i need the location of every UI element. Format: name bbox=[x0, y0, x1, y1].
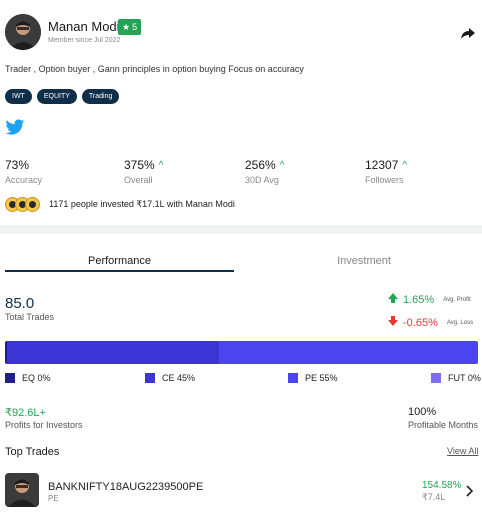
trade-distribution-bar bbox=[5, 341, 478, 364]
tab-performance[interactable]: Performance bbox=[5, 255, 234, 267]
rating-value: 5 bbox=[132, 22, 138, 32]
legend-swatch bbox=[288, 373, 298, 383]
trade-return: 154.58% bbox=[422, 480, 462, 491]
investors-text: 1171 people invested ₹17.1L with Manan M… bbox=[49, 199, 235, 209]
top-trades-title: Top Trades bbox=[5, 446, 60, 458]
stat-value: 375% bbox=[124, 158, 155, 172]
stat-overall: 375% ^ Overall bbox=[124, 158, 163, 185]
investor-avatars bbox=[5, 197, 40, 212]
trade-symbol: BANKNIFTY18AUG2239500PE bbox=[48, 481, 204, 493]
star-icon: ★ bbox=[122, 21, 131, 32]
legend-ce: CE 45% bbox=[145, 373, 195, 383]
view-all-link[interactable]: View All bbox=[447, 446, 478, 456]
twitter-icon[interactable] bbox=[5, 119, 25, 136]
avg-loss-value: -0.65% bbox=[403, 317, 438, 329]
bio: Trader , Option buyer , Gann principles … bbox=[5, 64, 304, 74]
profits-label: Profits for Investors bbox=[5, 420, 83, 430]
stat-followers: 12307 ^ Followers bbox=[365, 158, 407, 185]
profitable-months-value: 100% bbox=[408, 406, 437, 418]
avg-profit-label: Avg. Profit bbox=[443, 297, 471, 303]
arrow-down-icon bbox=[388, 314, 398, 332]
legend-fut: FUT 0% bbox=[431, 373, 481, 383]
avg-loss-label: Avg. Loss bbox=[446, 320, 474, 326]
bar-segment bbox=[7, 341, 219, 364]
trade-amount: ₹7.4L bbox=[422, 492, 446, 502]
stat-value: 256% bbox=[245, 158, 276, 172]
legend-label: PE 55% bbox=[305, 373, 338, 383]
trend-up-icon: ^ bbox=[158, 159, 164, 171]
legend-swatch bbox=[5, 373, 15, 383]
bar-segment bbox=[218, 341, 478, 364]
stat-value: 12307 bbox=[365, 158, 399, 172]
share-icon[interactable] bbox=[460, 25, 476, 41]
stat-30d-avg: 256% ^ 30D Avg bbox=[245, 158, 284, 185]
chevron-right-icon[interactable] bbox=[466, 484, 474, 497]
member-since: Member since Jul 2022 bbox=[48, 37, 121, 44]
tag-list: IWT EQUITY Trading bbox=[5, 89, 120, 104]
legend-eq: EQ 0% bbox=[5, 373, 51, 383]
stat-label: Accuracy bbox=[5, 175, 43, 185]
tab-investment[interactable]: Investment bbox=[250, 255, 478, 267]
trend-up-icon: ^ bbox=[402, 159, 408, 171]
stat-accuracy: 73% Accuracy bbox=[5, 158, 42, 185]
legend-label: CE 45% bbox=[162, 373, 196, 383]
total-trades-value: 85.0 bbox=[5, 295, 35, 312]
profits-value: ₹92.6L+ bbox=[5, 407, 46, 419]
avatar bbox=[5, 14, 41, 50]
avg-profit-value: 1.65% bbox=[403, 294, 435, 306]
active-tab-indicator bbox=[5, 270, 234, 272]
profitable-months-label: Profitable Months bbox=[408, 420, 479, 430]
trade-avatar bbox=[5, 473, 39, 507]
rating-badge: ★ 5 bbox=[118, 19, 142, 35]
legend-pe: PE 55% bbox=[288, 373, 338, 383]
avg-loss: -0.65% Avg. Loss bbox=[388, 314, 473, 332]
tag-chip[interactable]: EQUITY bbox=[36, 89, 77, 104]
avg-profit: 1.65% Avg. Profit bbox=[388, 291, 471, 309]
investors-summary: 1171 people invested ₹17.1L with Manan M… bbox=[5, 197, 235, 212]
legend-label: EQ 0% bbox=[22, 373, 51, 383]
legend-label: FUT 0% bbox=[448, 373, 481, 383]
stat-label: Followers bbox=[365, 175, 404, 185]
legend-swatch bbox=[145, 373, 155, 383]
legend-swatch bbox=[431, 373, 441, 383]
profile-name: Manan Modi bbox=[48, 19, 120, 34]
trend-up-icon: ^ bbox=[279, 159, 285, 171]
investor-avatar-icon bbox=[25, 197, 40, 212]
stat-value: 73% bbox=[5, 158, 30, 172]
total-trades-label: Total Trades bbox=[5, 312, 55, 322]
stat-label: Overall bbox=[124, 175, 153, 185]
arrow-up-icon bbox=[388, 291, 398, 309]
stat-label: 30D Avg bbox=[245, 175, 279, 185]
tag-chip[interactable]: IWT bbox=[5, 89, 32, 104]
trade-type: PE bbox=[48, 494, 59, 503]
tag-chip[interactable]: Trading bbox=[81, 89, 120, 104]
section-divider bbox=[0, 226, 482, 234]
